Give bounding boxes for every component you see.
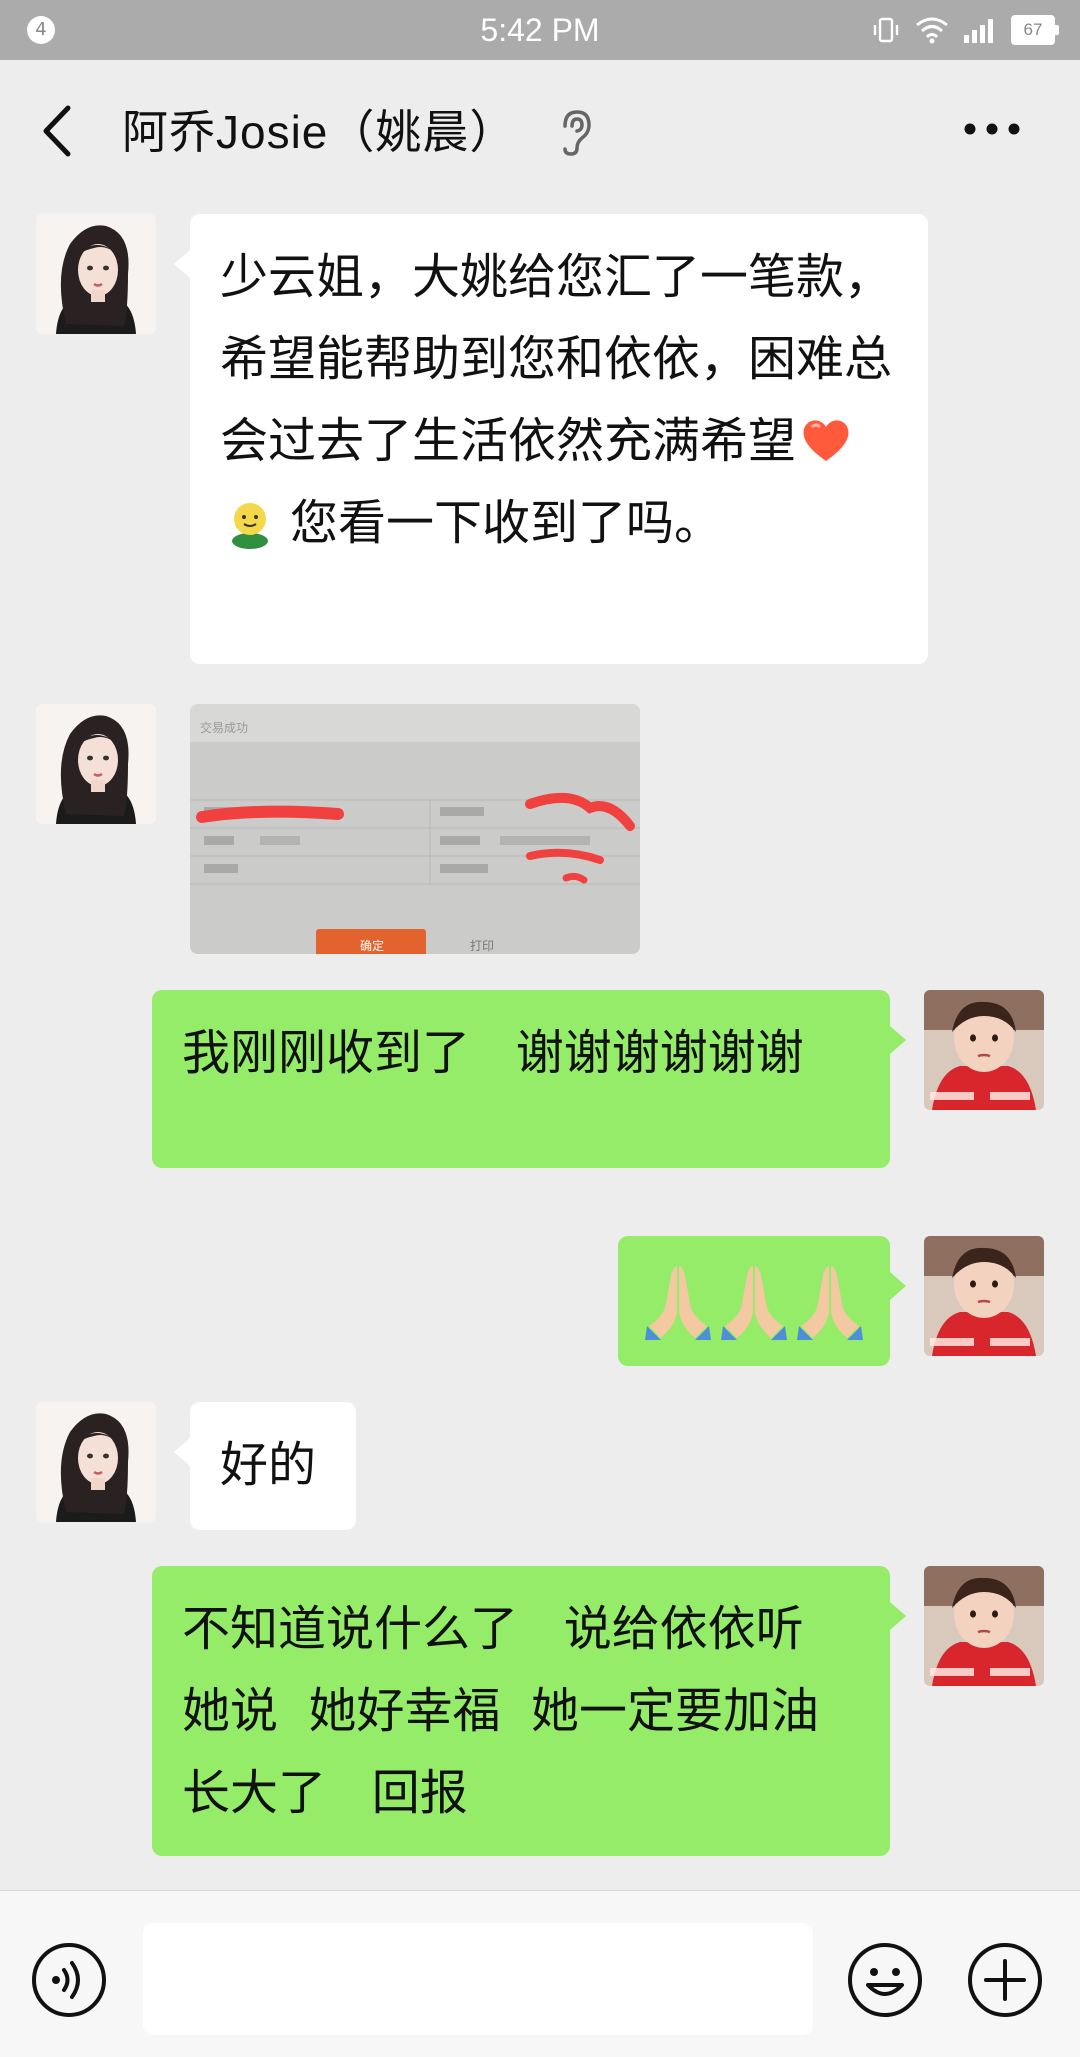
contact-avatar[interactable] bbox=[36, 214, 156, 334]
ear-icon bbox=[563, 110, 591, 156]
message-bubble-outgoing[interactable]: 我刚刚收到了 谢谢谢谢谢谢 bbox=[152, 990, 906, 1168]
signal-icon bbox=[964, 19, 993, 43]
more-horizontal-icon bbox=[964, 123, 1020, 135]
vibrate-icon bbox=[873, 17, 899, 43]
contact-avatar[interactable] bbox=[36, 1402, 156, 1522]
chat-header: 阿乔Josie（姚晨） bbox=[0, 60, 1080, 200]
message-input[interactable] bbox=[143, 1923, 813, 2035]
emoji-button[interactable] bbox=[846, 1941, 924, 2019]
svg-text:确定: 确定 bbox=[360, 938, 384, 953]
more-button[interactable] bbox=[960, 114, 1024, 144]
my-avatar[interactable] bbox=[924, 1236, 1044, 1356]
message-bubble-outgoing[interactable]: 不知道说什么了 说给依依听 她说 她好幸福 她一定要加油 长大了 回报 bbox=[152, 1566, 906, 1856]
voice-button[interactable] bbox=[30, 1941, 108, 2019]
emoji-icon bbox=[848, 1943, 922, 2017]
voice-icon bbox=[32, 1943, 106, 2017]
emoji-row bbox=[638, 1260, 870, 1340]
transfer-receipt-image[interactable]: 交易成功 确定 打印 bbox=[190, 704, 640, 954]
status-bar: 4 5:42 PM 67 bbox=[0, 0, 1080, 60]
plus-button[interactable] bbox=[966, 1941, 1044, 2019]
chevron-left-icon bbox=[43, 105, 71, 157]
wifi-icon bbox=[916, 17, 948, 44]
message-text: 好的 bbox=[220, 1437, 317, 1493]
folded-hands-emoji bbox=[645, 1266, 711, 1340]
message-bubble-incoming[interactable]: 好的 bbox=[174, 1402, 356, 1530]
my-avatar[interactable] bbox=[924, 990, 1044, 1110]
svg-text:交易成功: 交易成功 bbox=[200, 720, 248, 735]
message-bubble-outgoing[interactable] bbox=[618, 1236, 906, 1366]
message-text: 不知道说什么了 说给依依听 她说 她好幸福 她一定要加油 长大了 回报 bbox=[182, 1601, 865, 1821]
folded-hands-emoji bbox=[721, 1266, 787, 1340]
plus-circle-icon bbox=[968, 1943, 1042, 2017]
folded-hands-emoji bbox=[797, 1266, 863, 1340]
battery-icon: 67 bbox=[1011, 15, 1059, 45]
my-avatar[interactable] bbox=[924, 1566, 1044, 1686]
status-icons: 67 bbox=[871, 14, 1059, 46]
chat-title: 阿乔Josie（姚晨） bbox=[122, 106, 517, 158]
heart-emoji bbox=[803, 420, 849, 461]
message-text: 我刚刚收到了 谢谢谢谢谢谢 bbox=[182, 1025, 804, 1081]
message-text: 少云姐，大姚给您汇了一笔款，希望能帮助到您和依依，困难总会过去了生活依然充满希望 bbox=[220, 249, 893, 469]
svg-text:打印: 打印 bbox=[470, 939, 494, 953]
smiley-emoji bbox=[232, 503, 268, 549]
message-list[interactable]: 少云姐，大姚给您汇了一笔款，希望能帮助到您和依依，困难总会过去了生活依然充满希望… bbox=[0, 200, 1080, 1890]
back-button[interactable] bbox=[30, 98, 90, 164]
message-text-continued: 您看一下收到了吗。 bbox=[290, 495, 723, 551]
chat-input-bar bbox=[0, 1890, 1080, 2057]
contact-avatar[interactable] bbox=[36, 704, 156, 824]
message-bubble-incoming[interactable]: 少云姐，大姚给您汇了一笔款，希望能帮助到您和依依，困难总会过去了生活依然充满希望… bbox=[174, 214, 928, 664]
